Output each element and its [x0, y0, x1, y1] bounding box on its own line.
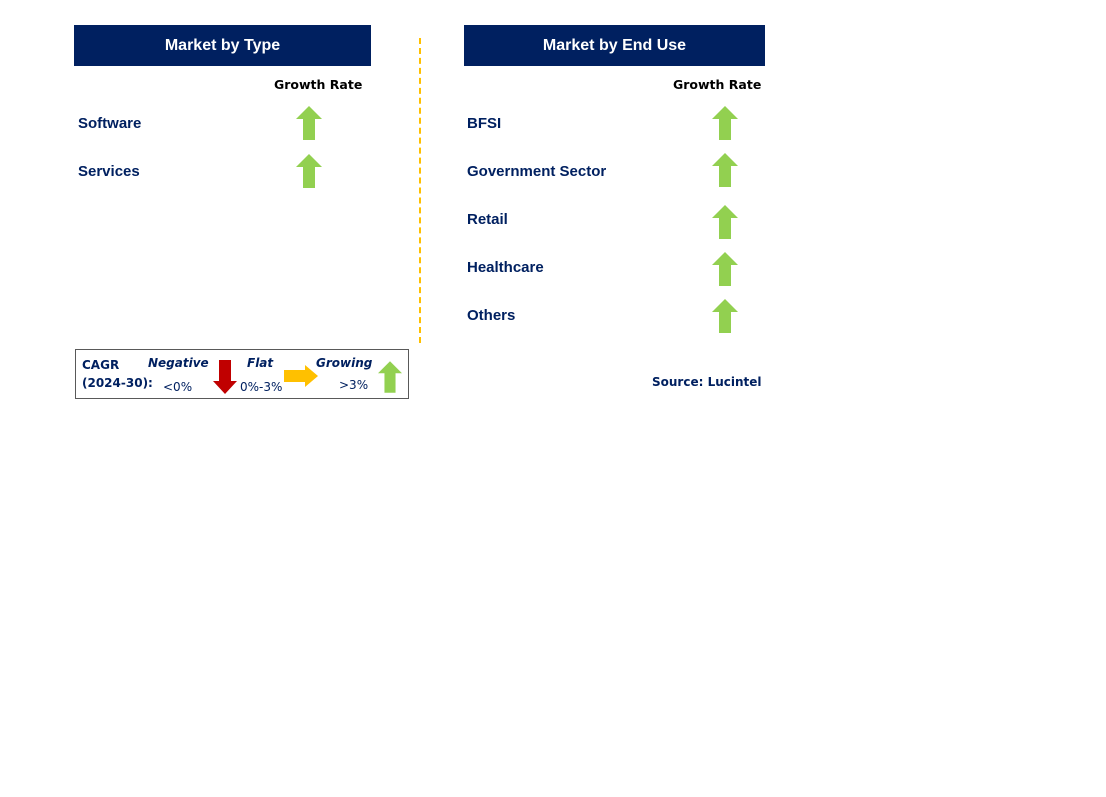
- up-arrow-icon: [712, 299, 738, 333]
- legend-flat-range: 0%-3%: [240, 380, 283, 394]
- legend-flat-label: Flat: [247, 356, 274, 370]
- up-arrow-icon: [712, 106, 738, 140]
- segment-label: Healthcare: [467, 259, 544, 276]
- segment-label: BFSI: [467, 115, 502, 132]
- legend-growing-label: Growing: [316, 356, 373, 370]
- down-arrow-icon: [213, 360, 237, 394]
- market-by-end-use-header: Market by End Use: [464, 25, 765, 66]
- growth-rate-header-right: Growth Rate: [673, 77, 762, 92]
- market-by-end-use-title: Market by End Use: [542, 36, 687, 54]
- legend-negative-label: Negative: [148, 356, 209, 370]
- up-arrow-icon: [712, 205, 738, 239]
- right-arrow-icon: [284, 365, 318, 387]
- legend-cagr-label: CAGR: [82, 358, 120, 372]
- dashed-divider: [419, 38, 421, 343]
- segment-label: Others: [467, 307, 516, 324]
- up-arrow-icon: [296, 106, 322, 140]
- market-by-type-title: Market by Type: [164, 36, 281, 54]
- source-note: Source: Lucintel: [652, 375, 762, 389]
- up-arrow-icon: [296, 154, 322, 188]
- segment-label: Government Sector: [467, 163, 607, 180]
- market-by-type-header: Market by Type: [74, 25, 371, 66]
- growth-rate-header-left: Growth Rate: [274, 77, 363, 92]
- up-arrow-icon: [712, 153, 738, 187]
- segment-label: Retail: [467, 211, 508, 228]
- cagr-legend: CAGR (2024-30): Negative <0% Flat 0%-3% …: [75, 349, 409, 399]
- up-arrow-icon: [712, 252, 738, 286]
- legend-period-label: (2024-30):: [82, 376, 153, 390]
- legend-growing-range: >3%: [339, 378, 369, 392]
- segment-label: Services: [78, 163, 140, 180]
- legend-negative-range: <0%: [163, 380, 193, 394]
- segment-label: Software: [78, 115, 142, 132]
- up-arrow-icon: [378, 361, 402, 393]
